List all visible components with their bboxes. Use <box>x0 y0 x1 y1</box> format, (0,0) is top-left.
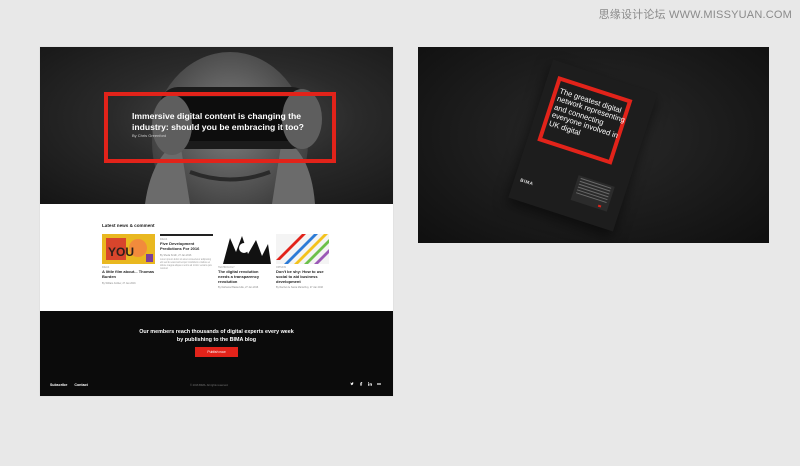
news-heading: Latest news & comment <box>102 223 155 228</box>
footer: Our members reach thousands of digital e… <box>40 311 393 396</box>
news-section: Latest news & comment YOU IDEAS A little… <box>40 204 393 311</box>
card-title[interactable]: The digital revolution needs a transpare… <box>218 269 271 284</box>
poster-text-block <box>570 175 615 212</box>
flickr-icon[interactable] <box>377 382 381 386</box>
bima-logo: BIMA <box>519 177 535 187</box>
card-thumbnail-pattern[interactable] <box>276 234 329 264</box>
news-card[interactable]: YOU IDEAS A little film about... Thomas … <box>102 234 155 285</box>
card-thumbnail-illustration[interactable]: YOU <box>102 234 155 264</box>
hero-title[interactable]: Immersive digital content is changing th… <box>132 111 332 132</box>
twitter-icon[interactable] <box>350 382 354 386</box>
bima-poster: The greatest digital network representin… <box>508 59 658 232</box>
watermark: 思缘设计论坛 WWW.MISSYUAN.COM <box>598 9 792 21</box>
subscribe-link[interactable]: Subscribe <box>50 383 67 387</box>
footer-message: Our members reach thousands of digital e… <box>40 328 393 344</box>
card-thumbnail-photo[interactable] <box>218 234 271 264</box>
card-meta: By Nathaniel Baskerville, 27 Jan 2016 <box>218 286 259 290</box>
news-card[interactable]: TECHNOLOGY The digital revolution needs … <box>218 234 271 289</box>
card-title[interactable]: Five Development Predictions For 2016 <box>160 241 213 252</box>
contact-link[interactable]: Contact <box>74 383 87 387</box>
card-thumbnail-bar[interactable] <box>160 234 213 236</box>
footer-message-line1: Our members reach thousands of digital e… <box>139 329 294 335</box>
website-mockup: Immersive digital content is changing th… <box>40 47 393 396</box>
poster-mockup: The greatest digital network representin… <box>418 47 769 243</box>
svg-text:YOU: YOU <box>108 245 134 259</box>
footer-links: Subscribe Contact <box>50 383 94 387</box>
card-meta: By Rachel de Santa Maria Roy, 27 Jan 201… <box>276 286 323 290</box>
copyright: © 2016 BIMA. All rights reserved. <box>190 384 229 387</box>
hero-section: Immersive digital content is changing th… <box>40 47 393 204</box>
facebook-icon[interactable] <box>359 382 363 386</box>
footer-message-line2: by publishing to the BIMA blog <box>176 337 257 343</box>
social-links <box>350 382 381 386</box>
card-meta: By William Ambler, 27 Jan 2016 <box>102 281 136 285</box>
card-meta: By Sheila Smith, 27 Jan 2016 <box>160 253 192 257</box>
card-title[interactable]: A little film about... Thomas Burden <box>102 269 155 280</box>
card-excerpt: Lorem ipsum dolor sit amet consectetur a… <box>160 258 212 270</box>
hero-byline: By Chris Greenford <box>132 133 167 138</box>
publish-now-button[interactable]: Publish now <box>195 347 238 357</box>
news-card[interactable]: OPINION Don't be shy: How to use social … <box>276 234 329 289</box>
news-card[interactable]: IDEAS Five Development Predictions For 2… <box>160 234 213 271</box>
linkedin-icon[interactable] <box>368 382 372 386</box>
card-title[interactable]: Don't be shy: How to use social to aid b… <box>276 269 329 284</box>
